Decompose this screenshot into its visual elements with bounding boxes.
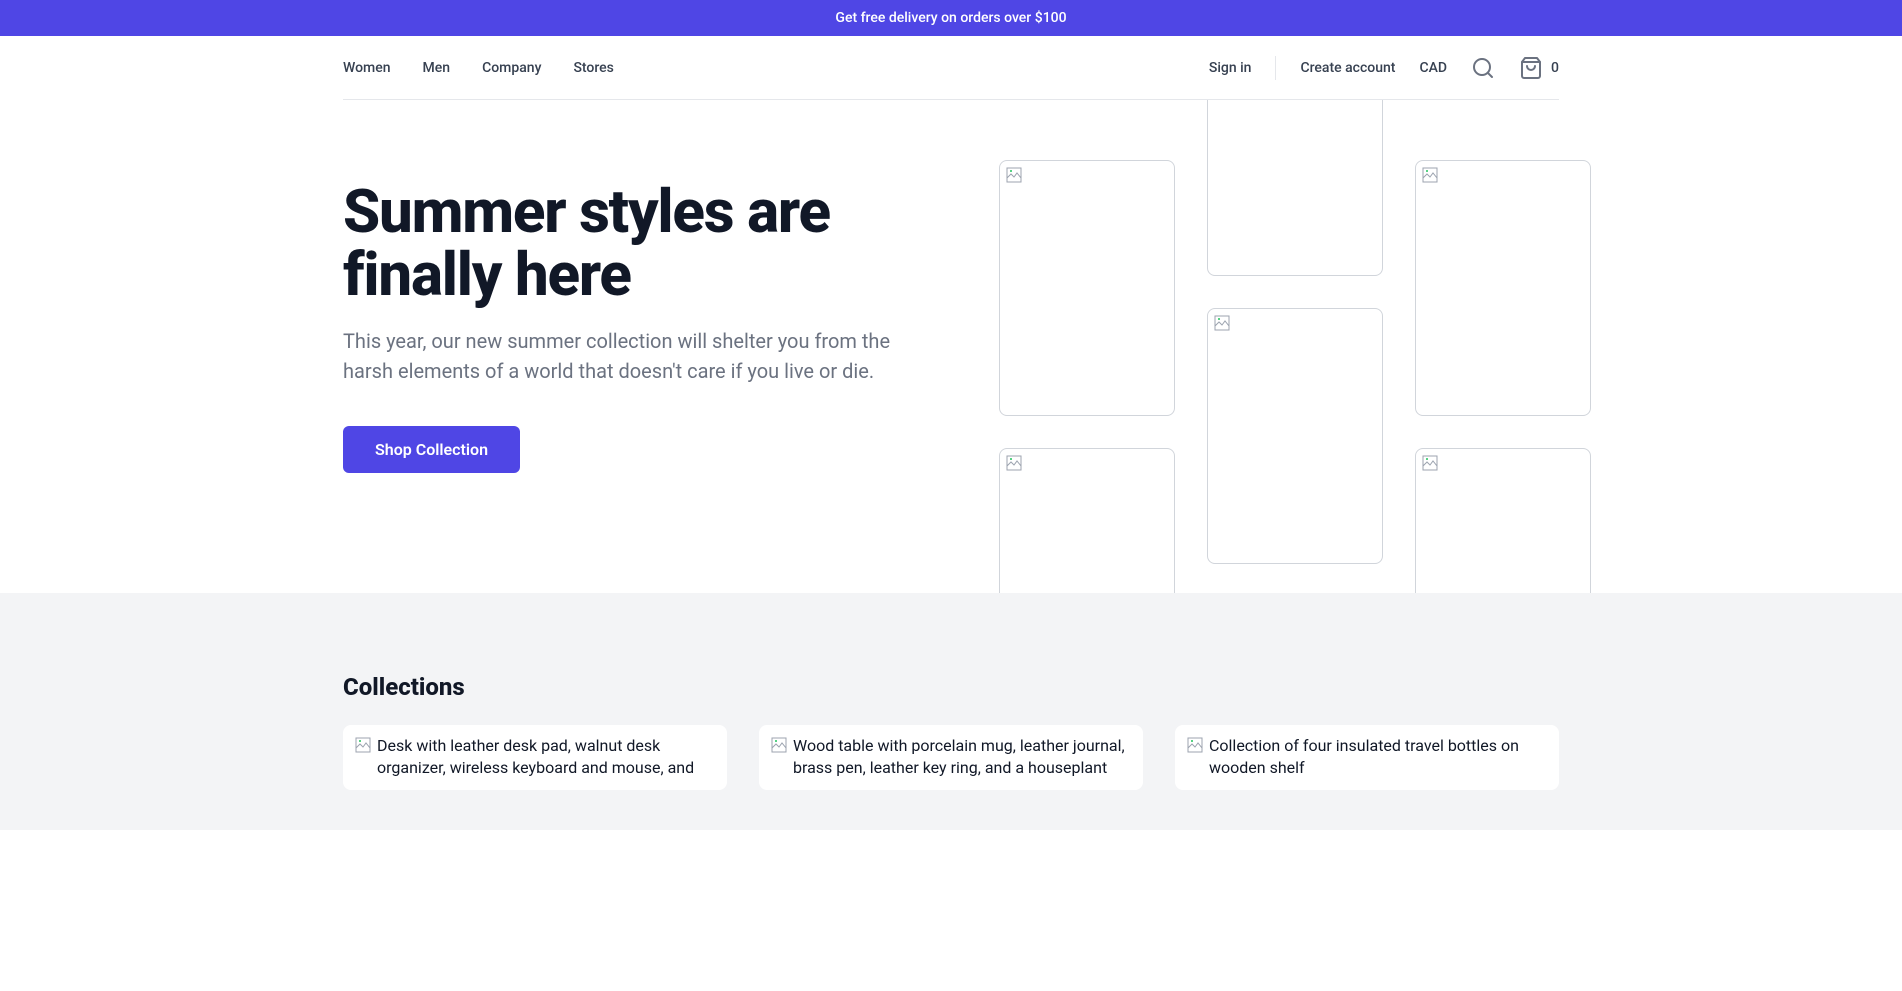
currency-link[interactable]: CAD xyxy=(1419,60,1447,76)
cart-button[interactable]: 0 xyxy=(1519,56,1559,80)
collection-card[interactable]: Wood table with porcelain mug, leather j… xyxy=(759,725,1143,790)
hero-image xyxy=(999,160,1175,416)
hero-text: Summer styles are finally here This year… xyxy=(343,180,903,473)
broken-image-icon xyxy=(1422,455,1438,471)
broken-image-icon xyxy=(355,737,371,753)
cart-count: 0 xyxy=(1551,60,1559,76)
hero-image xyxy=(1415,448,1591,593)
hero-image xyxy=(1207,308,1383,564)
nav-left: Women Men Company Stores xyxy=(343,60,614,76)
broken-image-icon xyxy=(1214,315,1230,331)
shop-collection-button[interactable]: Shop Collection xyxy=(343,426,520,473)
nav-link-stores[interactable]: Stores xyxy=(573,60,613,76)
collections-grid: Desk with leather desk pad, walnut desk … xyxy=(343,725,1559,790)
hero-title: Summer styles are finally here xyxy=(343,180,903,306)
hero-image xyxy=(999,448,1175,593)
hero-image xyxy=(1207,100,1383,276)
nav-right: Sign in Create account CAD 0 xyxy=(1209,56,1559,80)
hero-image-grid xyxy=(999,100,1591,593)
main-nav: Women Men Company Stores Sign in Create … xyxy=(343,36,1559,100)
collections-section: Collections Desk with leather desk pad, … xyxy=(0,593,1902,830)
hero-section: Summer styles are finally here This year… xyxy=(0,100,1902,593)
search-button[interactable] xyxy=(1471,56,1495,80)
collection-card[interactable]: Desk with leather desk pad, walnut desk … xyxy=(343,725,727,790)
collection-alt-text: Desk with leather desk pad, walnut desk … xyxy=(377,735,715,780)
nav-link-company[interactable]: Company xyxy=(482,60,541,76)
promo-bar: Get free delivery on orders over $100 xyxy=(0,0,1902,36)
signin-link[interactable]: Sign in xyxy=(1209,60,1252,76)
hero-image xyxy=(1415,160,1591,416)
promo-text: Get free delivery on orders over $100 xyxy=(835,10,1066,26)
collection-alt-text: Collection of four insulated travel bott… xyxy=(1209,735,1547,780)
broken-image-icon xyxy=(1422,167,1438,183)
create-account-link[interactable]: Create account xyxy=(1300,60,1395,76)
nav-divider xyxy=(1275,56,1276,80)
broken-image-icon xyxy=(1006,167,1022,183)
collections-title: Collections xyxy=(343,673,1559,701)
broken-image-icon xyxy=(771,737,787,753)
broken-image-icon xyxy=(1187,737,1203,753)
shopping-bag-icon xyxy=(1519,56,1543,80)
nav-link-women[interactable]: Women xyxy=(343,60,391,76)
broken-image-icon xyxy=(1006,455,1022,471)
hero-description: This year, our new summer collection wil… xyxy=(343,326,903,386)
collection-alt-text: Wood table with porcelain mug, leather j… xyxy=(793,735,1131,780)
nav-link-men[interactable]: Men xyxy=(423,60,451,76)
search-icon xyxy=(1471,56,1495,80)
collection-card[interactable]: Collection of four insulated travel bott… xyxy=(1175,725,1559,790)
